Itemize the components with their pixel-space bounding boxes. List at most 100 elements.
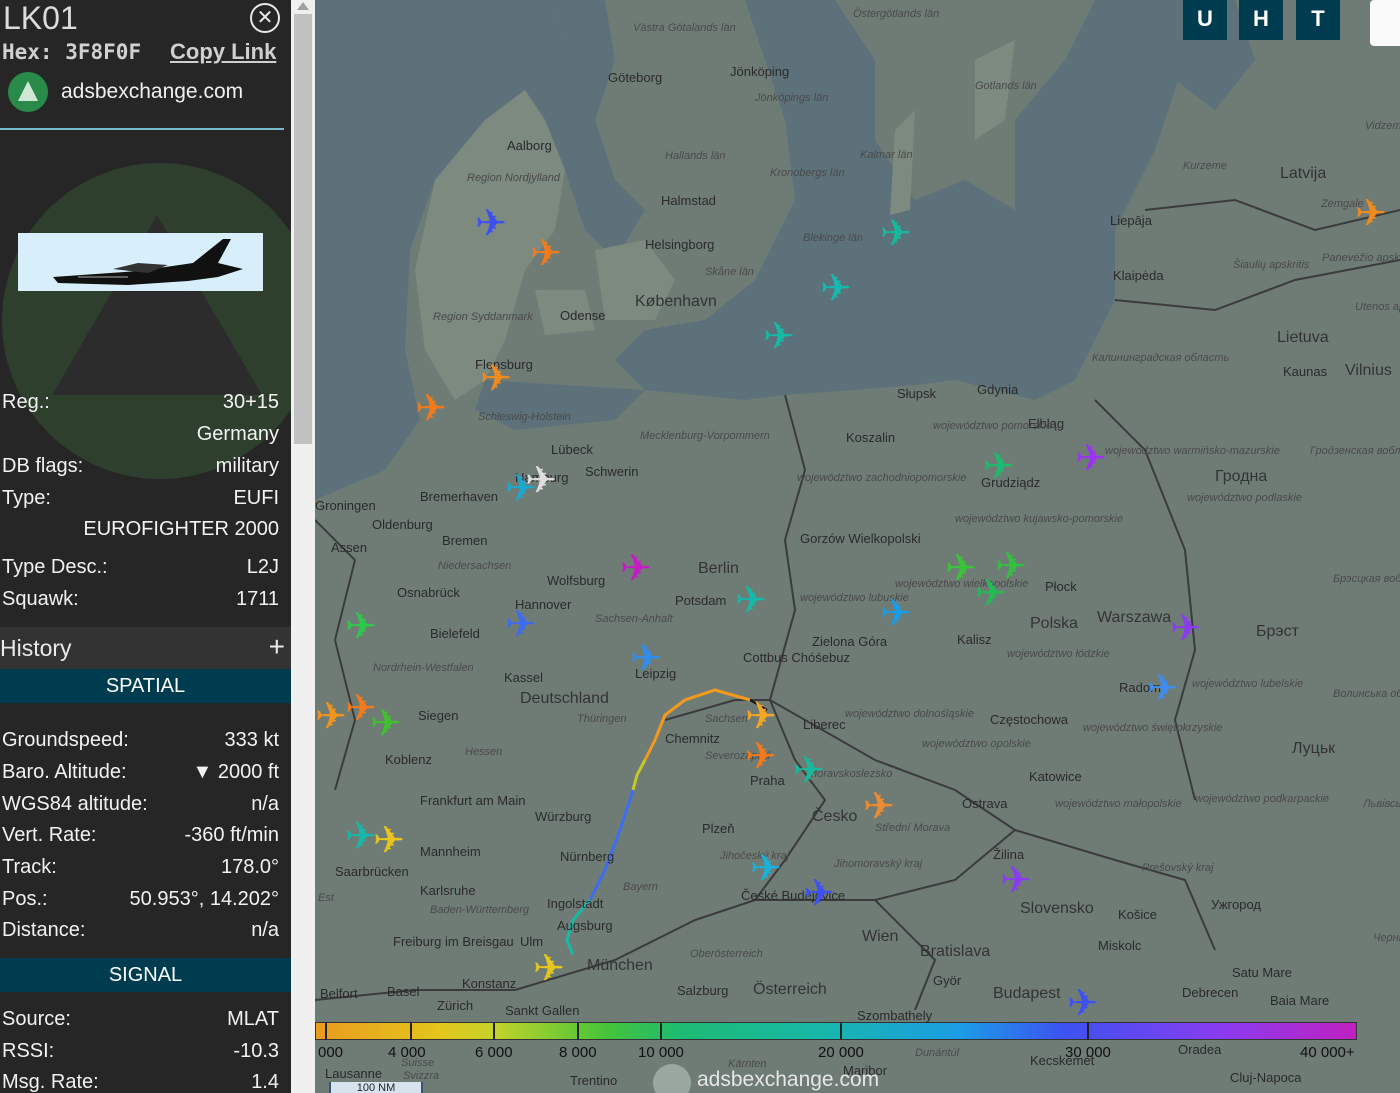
- divider: [0, 128, 284, 130]
- aircraft-marker-icon[interactable]: ✈: [525, 462, 557, 500]
- altitude-color-legend: [315, 1022, 1357, 1040]
- aircraft-marker-icon[interactable]: ✈: [1075, 440, 1107, 478]
- field-groundspeed: Groundspeed: 333 kt: [2, 729, 279, 755]
- region-label: Чернівецька область: [1373, 932, 1400, 944]
- field-value: Germany: [196, 423, 279, 445]
- aircraft-marker-icon[interactable]: ✈: [745, 738, 777, 776]
- scrollbar-thumb[interactable]: [294, 14, 312, 444]
- close-icon[interactable]: ✕: [250, 3, 280, 33]
- aircraft-marker-icon[interactable]: ✈: [1147, 670, 1179, 708]
- place-label: Odense: [560, 308, 606, 323]
- aircraft-marker-icon[interactable]: ✈: [1170, 610, 1202, 648]
- legend-tick: [577, 1022, 579, 1040]
- map-button-t[interactable]: T: [1296, 0, 1340, 40]
- aircraft-marker-icon[interactable]: ✈: [533, 950, 565, 988]
- aircraft-marker-icon[interactable]: ✈: [820, 270, 852, 308]
- place-label: Ulm: [520, 934, 544, 949]
- region-label: województwo podkarpackie: [1195, 793, 1329, 805]
- aircraft-marker-icon[interactable]: ✈: [505, 606, 537, 644]
- region-label: województwo opolskie: [922, 738, 1031, 750]
- field-baro-altitude: Baro. Altitude: ▼ 2000 ft: [2, 761, 279, 787]
- aircraft-marker-icon[interactable]: ✈: [983, 448, 1015, 486]
- hex-label: Hex:: [2, 40, 53, 64]
- aircraft-marker-icon[interactable]: ✈: [945, 550, 977, 588]
- aircraft-marker-icon[interactable]: ✈: [1000, 862, 1032, 900]
- aircraft-marker-icon[interactable]: ✈: [995, 548, 1027, 586]
- source-site-link[interactable]: adsbexchange.com: [61, 80, 243, 104]
- aircraft-marker-icon[interactable]: ✈: [480, 360, 512, 398]
- selected-aircraft-marker-icon[interactable]: ✈: [745, 698, 777, 736]
- region-label: województwo pomorskie: [933, 420, 1053, 432]
- aircraft-marker-icon[interactable]: ✈: [880, 595, 912, 633]
- region-label: Västra Götalands län: [633, 22, 736, 34]
- field-track: Track: 178.0°: [2, 856, 279, 882]
- aircraft-marker-icon[interactable]: ✈: [750, 850, 782, 888]
- place-label: Częstochowa: [990, 712, 1069, 727]
- aircraft-marker-icon[interactable]: ✈: [793, 752, 825, 790]
- aircraft-marker-icon[interactable]: ✈: [803, 875, 835, 913]
- place-label: Oldenburg: [372, 517, 433, 532]
- aircraft-marker-icon[interactable]: ✈: [880, 215, 912, 253]
- aircraft-marker-icon[interactable]: ✈: [345, 608, 377, 646]
- layers-icon[interactable]: [1370, 0, 1400, 46]
- border-sk: [874, 828, 1216, 951]
- callsign: LK01: [3, 0, 78, 36]
- copy-link-button[interactable]: Copy Link: [170, 39, 276, 65]
- field-value: MLAT: [227, 1008, 279, 1030]
- map-button-u[interactable]: U: [1183, 0, 1227, 40]
- place-label: Kassel: [504, 670, 544, 685]
- map-view[interactable]: Göteborg Jönköping Aalborg Halmstad Helsingb…: [315, 0, 1400, 1093]
- place-label: Siegen: [418, 708, 459, 723]
- field-position: Pos.: 50.953°, 14.202°: [2, 888, 279, 914]
- place-label: Gorzów Wielkopolski: [800, 531, 921, 546]
- place-label: Österreich: [753, 981, 827, 998]
- history-section-toggle[interactable]: History +: [0, 627, 291, 669]
- place-label: Konstanz: [462, 976, 517, 991]
- aircraft-marker-icon[interactable]: ✈: [370, 705, 402, 743]
- history-title: History: [0, 635, 72, 661]
- aircraft-marker-icon[interactable]: ✈: [763, 318, 795, 356]
- map-button-h[interactable]: H: [1239, 0, 1283, 40]
- aircraft-marker-icon[interactable]: ✈: [1355, 195, 1387, 233]
- place-label: Miskolc: [1098, 938, 1142, 953]
- place-label: Ingolstadt: [547, 896, 604, 911]
- field-label: Baro. Altitude:: [2, 761, 127, 783]
- aircraft-marker-icon[interactable]: ✈: [315, 698, 347, 736]
- aircraft-marker-icon[interactable]: ✈: [1067, 985, 1099, 1023]
- place-label: Potsdam: [675, 593, 727, 608]
- aircraft-marker-icon[interactable]: ✈: [620, 550, 652, 588]
- place-label: Cottbus Chóśebuz: [743, 650, 850, 665]
- place-label: Latvija: [1280, 165, 1327, 182]
- aircraft-marker-icon[interactable]: ✈: [735, 582, 767, 620]
- field-value: 1.4: [251, 1071, 279, 1093]
- aircraft-marker-icon[interactable]: ✈: [373, 822, 405, 860]
- place-label: København: [635, 293, 717, 310]
- place-label: Groningen: [315, 498, 376, 513]
- aircraft-info-panel: LK01 ✕ Hex: 3F8F0F Copy Link adsbexchang…: [0, 0, 291, 1093]
- sidebar-scrollbar[interactable]: [291, 0, 315, 1093]
- place-label: Trentino: [570, 1073, 618, 1088]
- aircraft-marker-icon[interactable]: ✈: [475, 205, 507, 243]
- field-value: 1711: [235, 588, 279, 610]
- legend-tick: [1087, 1022, 1089, 1040]
- scroll-up-arrow-icon[interactable]: [297, 2, 309, 10]
- aircraft-marker-icon[interactable]: ✈: [530, 235, 562, 273]
- expand-plus-icon[interactable]: +: [269, 631, 285, 663]
- aircraft-marker-icon[interactable]: ✈: [863, 788, 895, 826]
- field-value: n/a: [251, 919, 279, 941]
- aircraft-marker-icon[interactable]: ✈: [630, 640, 662, 678]
- region-label: Hessen: [465, 746, 503, 758]
- region-label: województwo podlaskie: [1187, 492, 1302, 504]
- legend-label: 20 000: [818, 1044, 864, 1061]
- aircraft-marker-icon[interactable]: ✈: [415, 390, 447, 428]
- field-value: -360 ft/min: [184, 824, 279, 846]
- region-label: Gotlands län: [975, 80, 1037, 92]
- region-label: województwo świętokrzyskie: [1083, 722, 1223, 734]
- region-label: Гродзенская вобласць: [1310, 445, 1400, 457]
- place-label: Budapest: [993, 985, 1061, 1002]
- field-label: RSSI:: [2, 1040, 55, 1062]
- aircraft-photo[interactable]: [18, 233, 263, 291]
- region-label: województwo dolnośląskie: [845, 708, 975, 720]
- field-squawk: Squawk: 1711: [2, 588, 279, 614]
- place-label: Bielefeld: [430, 626, 480, 641]
